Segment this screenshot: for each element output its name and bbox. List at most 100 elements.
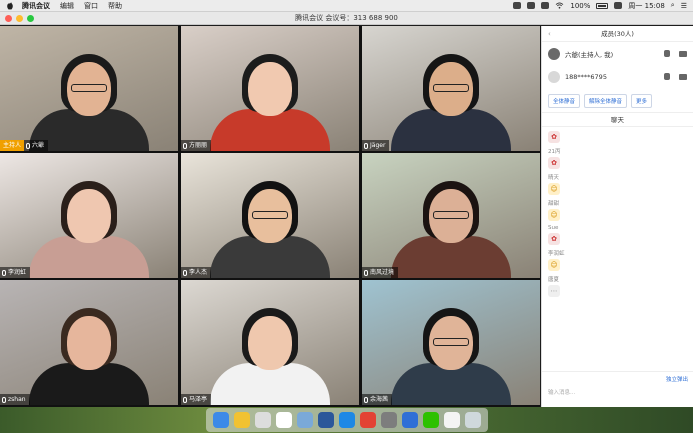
unmute-all-button[interactable]: 解除全体静音 xyxy=(584,94,628,108)
mic-icon xyxy=(183,269,187,276)
person-face xyxy=(248,316,292,370)
safari-icon[interactable] xyxy=(338,412,355,428)
pop-out-link[interactable]: 独立弹出 xyxy=(666,375,688,383)
member-item[interactable]: 六爺(主持人, 我) xyxy=(542,42,693,65)
menu-list-icon[interactable]: ☰ xyxy=(681,2,687,10)
video-tile[interactable]: 主持人 六爺 xyxy=(0,26,178,151)
participant-namebar: 主持人 六爺 xyxy=(0,140,49,151)
clock[interactable]: 周一 15:08 xyxy=(628,1,664,11)
participant-name-label: 李人杰 xyxy=(181,267,212,278)
chrome-icon[interactable] xyxy=(359,412,376,428)
participant-name-label: 方丽丽 xyxy=(181,140,212,151)
video-tile[interactable]: Jäger xyxy=(362,26,540,151)
mute-all-button[interactable]: 全体静音 xyxy=(548,94,581,108)
mic-icon xyxy=(364,142,368,149)
menu-bar: 腾讯会议 编辑 窗口 帮助 100% 周一 15:08 ⌕ ☰ xyxy=(0,0,693,12)
camera-icon[interactable] xyxy=(679,73,687,80)
meeting-icon[interactable] xyxy=(402,412,419,428)
video-tile[interactable]: 李人杰 xyxy=(181,153,359,278)
mic-icon xyxy=(26,142,31,149)
chat-sender: 甜甜 xyxy=(548,201,560,207)
files-icon[interactable] xyxy=(254,412,271,428)
collapse-chevron-icon[interactable]: ‹ xyxy=(548,26,551,42)
apple-icon[interactable] xyxy=(6,2,14,10)
chat-sender: 李润虹 xyxy=(548,251,565,257)
menu-app-name[interactable]: 腾讯会议 xyxy=(22,1,50,11)
sysprefs-icon[interactable] xyxy=(381,412,398,428)
chat-sender: 唐夏 xyxy=(548,277,560,283)
trash-icon[interactable] xyxy=(465,412,482,428)
minimize-window-button[interactable] xyxy=(16,15,23,22)
participant-name-label: 李润虹 xyxy=(0,267,31,278)
mic-icon[interactable] xyxy=(664,50,670,57)
participant-namebar: zshan xyxy=(0,394,30,405)
video-tile[interactable]: 李润虹 xyxy=(0,153,178,278)
video-tile[interactable]: 方丽丽 xyxy=(181,26,359,151)
chat-sender: Sue xyxy=(548,225,559,231)
avatar xyxy=(548,47,560,60)
chat-sender: 21丙 xyxy=(548,149,561,155)
wechat-icon[interactable] xyxy=(423,412,440,428)
notes-icon[interactable] xyxy=(233,412,250,428)
participant-namebar: 南风过境 xyxy=(362,267,399,278)
close-window-button[interactable] xyxy=(5,15,12,22)
chat-list[interactable]: ✿ 21丙 ✿ 晴天 ☺ 甜甜 ☺ Sue ✿ 李润虹 ☺ 唐夏 ⋯ xyxy=(542,127,693,357)
chat-input[interactable]: 输入消息... xyxy=(548,388,575,396)
person-face xyxy=(67,316,111,370)
control-center-icon[interactable] xyxy=(614,2,623,9)
word-icon[interactable] xyxy=(317,412,334,428)
video-tile[interactable]: 马泽亭 xyxy=(181,280,359,405)
participant-name: 南风过境 xyxy=(370,269,395,276)
menu-edit[interactable]: 编辑 xyxy=(60,1,74,11)
status-area: 100% 周一 15:08 ⌕ ☰ xyxy=(513,1,687,11)
chat-sender: 晴天 xyxy=(548,175,560,181)
member-item[interactable]: 188****6795 xyxy=(542,65,693,88)
participant-name: 方丽丽 xyxy=(189,142,208,149)
camera-icon[interactable] xyxy=(679,50,687,57)
doc-icon[interactable] xyxy=(444,412,461,428)
menu-window[interactable]: 窗口 xyxy=(84,1,98,11)
glasses xyxy=(433,211,469,219)
participant-namebar: 马泽亭 xyxy=(181,394,212,405)
menu-help[interactable]: 帮助 xyxy=(108,1,122,11)
preview-icon[interactable] xyxy=(296,412,313,428)
dock xyxy=(206,408,488,432)
participant-namebar: Jäger xyxy=(362,140,390,151)
zoom-window-button[interactable] xyxy=(27,15,34,22)
video-tile[interactable]: 余海茜 xyxy=(362,280,540,405)
host-tag: 主持人 xyxy=(0,140,25,151)
cloud-status-icon[interactable] xyxy=(541,2,550,9)
participant-name-label: zshan xyxy=(0,394,30,405)
video-tile[interactable]: 南风过境 xyxy=(362,153,540,278)
wechat-status-icon[interactable] xyxy=(513,2,522,9)
chat-footer: 独立弹出 输入消息... xyxy=(542,371,693,407)
mic-icon xyxy=(364,396,368,403)
chat-sticker-icon: ☺ xyxy=(548,259,560,271)
wifi-icon[interactable] xyxy=(555,2,564,9)
chat-sticker-icon: ✿ xyxy=(548,131,560,143)
mic-icon xyxy=(2,396,6,403)
participant-name: zshan xyxy=(8,396,26,403)
participant-namebar: 李人杰 xyxy=(181,267,212,278)
participant-name: 李润虹 xyxy=(8,269,27,276)
video-tile[interactable]: zshan xyxy=(0,280,178,405)
chat-sticker-icon: ⋯ xyxy=(548,285,560,297)
mic-icon[interactable] xyxy=(664,73,670,80)
member-name: 六爺(主持人, 我) xyxy=(565,50,614,59)
participant-name-label: Jäger xyxy=(362,140,390,151)
calendar-icon[interactable] xyxy=(275,412,292,428)
meeting-status-icon[interactable] xyxy=(527,2,536,9)
chat-title: 聊天 xyxy=(542,113,693,127)
members-header: ‹ 成员(30人) xyxy=(542,26,693,42)
chat-sticker-icon: ✿ xyxy=(548,233,560,245)
glasses xyxy=(433,338,469,346)
finder-icon[interactable] xyxy=(212,412,229,428)
battery-icon[interactable] xyxy=(596,2,609,9)
participant-name-label: 南风过境 xyxy=(362,267,399,278)
search-icon[interactable]: ⌕ xyxy=(671,1,675,10)
member-name: 188****6795 xyxy=(565,72,607,81)
glasses xyxy=(433,84,469,92)
window-titlebar: 腾讯会议 会议号：313 688 900 xyxy=(0,12,693,25)
video-grid: 主持人 六爺 方丽丽 Jäger 李润虹 李人杰 南风过境 zshan 马泽亭 余海茜 xyxy=(0,26,540,407)
more-button[interactable]: 更多 xyxy=(631,94,653,108)
